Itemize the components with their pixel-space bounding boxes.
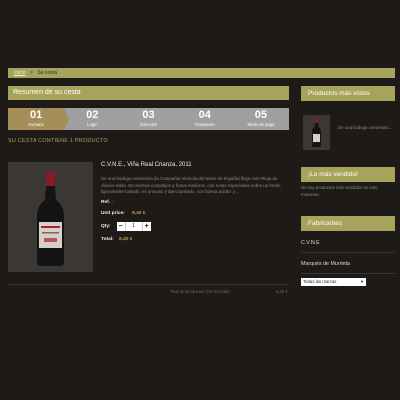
brands-select[interactable]: Todas las marcas ▼: [301, 278, 366, 286]
divider: [301, 252, 395, 253]
best-sellers-title: ¡Lo más vendido!: [301, 167, 395, 182]
step-arrow: [64, 108, 70, 130]
step-arrow: [120, 108, 126, 130]
wine-bottle-icon: [8, 162, 93, 272]
viewed-product-description: De una bodega centenaria...: [338, 125, 393, 130]
page-title: Resumen de su cesta: [8, 86, 289, 100]
unit-price-row: Unit price: 8,40 €: [101, 211, 291, 216]
manufacturers-title: Fabricantes: [301, 216, 395, 231]
breadcrumb-separator: >: [30, 70, 33, 76]
breadcrumb: Inicio > Su cesta: [8, 68, 395, 78]
step-number: 01: [29, 109, 43, 121]
step-number: 02: [86, 109, 99, 121]
cart-count-label: SU CESTA CONTIENE 1 PRODUCTO: [8, 138, 108, 144]
best-sellers-empty-text: No hay productos más vendidos en este mo…: [301, 185, 378, 197]
step-summary[interactable]: 01 Sumario: [8, 108, 70, 130]
ref-label: Ref.: [101, 199, 111, 205]
total-value: 8,40 €: [119, 236, 133, 242]
brand-link-marques-de-murrieta[interactable]: Marqués de Murrieta: [301, 261, 350, 267]
site-header: [0, 0, 400, 44]
step-label: Login: [87, 122, 98, 127]
step-arrow: [232, 108, 238, 130]
step-address[interactable]: 03 Dirección: [120, 108, 182, 130]
step-number: 04: [198, 109, 211, 121]
wine-bottle-icon: [303, 115, 330, 150]
product-ref: Ref. --: [101, 200, 291, 205]
step-label: Sumario: [28, 122, 44, 127]
divider: [301, 273, 395, 274]
cart-total-value: 8,40 €: [276, 289, 288, 294]
quantity-stepper: − 1 +: [116, 221, 151, 231]
ref-value: --: [111, 199, 115, 205]
most-viewed-title: Productos más vistos: [301, 86, 395, 101]
qty-input[interactable]: 1: [124, 221, 143, 231]
product-image[interactable]: [8, 162, 93, 272]
brand-link-cvne[interactable]: C.V.N.E: [301, 240, 320, 246]
breadcrumb-current: Su cesta: [37, 70, 57, 76]
unit-price-value: 8,40 €: [132, 210, 146, 216]
product-title[interactable]: C.V.N.E., Viña Real Crianza, 2011: [101, 162, 291, 168]
brands-select-value: Todas las marcas: [303, 279, 337, 284]
breadcrumb-home-link[interactable]: Inicio: [14, 70, 26, 76]
quantity-row: Qty: − 1 +: [101, 221, 291, 231]
divider: [8, 284, 289, 285]
total-row: Total: 8,40 €: [101, 237, 291, 242]
checkout-steps: 01 Sumario 02 Login 03 Dirección 04 Tran…: [8, 108, 290, 130]
chevron-down-icon: ▼: [360, 279, 364, 284]
step-label: Transporte: [194, 122, 215, 127]
step-number: 05: [254, 109, 268, 121]
qty-label: Qty:: [101, 223, 111, 229]
cart-total-label: Total de productos (IVA incluido): [170, 289, 230, 294]
viewed-product-thumbnail[interactable]: [303, 115, 330, 150]
product-details: C.V.N.E., Viña Real Crianza, 2011 De una…: [101, 162, 291, 242]
total-label: Total:: [101, 236, 114, 242]
product-description: De una bodega centenaria (la Compañía Vi…: [101, 176, 281, 195]
step-payment[interactable]: 05 Modo de pago: [232, 108, 290, 130]
step-label: Dirección: [139, 122, 158, 127]
qty-plus-button[interactable]: +: [143, 222, 151, 231]
step-shipping[interactable]: 04 Transporte: [176, 108, 238, 130]
step-arrow: [176, 108, 182, 130]
step-number: 03: [142, 109, 155, 121]
step-label: Modo de pago: [247, 122, 275, 127]
qty-minus-button[interactable]: −: [117, 222, 125, 231]
unit-price-label: Unit price:: [101, 210, 125, 216]
step-login[interactable]: 02 Login: [64, 108, 126, 130]
